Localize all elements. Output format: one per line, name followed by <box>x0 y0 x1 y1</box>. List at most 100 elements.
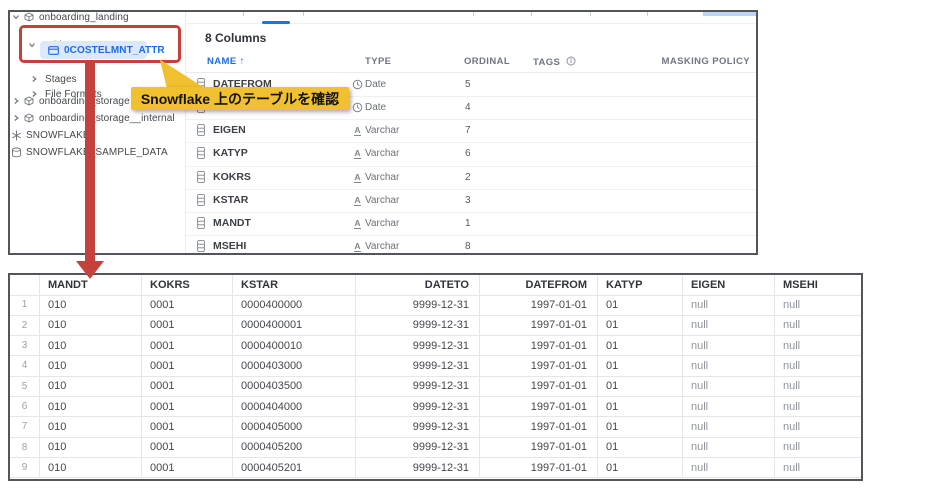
column-header-name[interactable]: NAME ↑ <box>207 56 245 67</box>
table-cell[interactable]: 1997-01-01 <box>480 356 598 376</box>
table-cell[interactable]: 01 <box>598 356 683 376</box>
table-cell[interactable]: 010 <box>40 458 142 478</box>
table-cell-null[interactable]: null <box>683 316 775 336</box>
table-header-datefrom[interactable]: DATEFROM <box>480 275 598 296</box>
column-header-tags[interactable]: TAGS <box>533 56 576 68</box>
table-cell[interactable]: 010 <box>40 316 142 336</box>
table-cell[interactable]: 9999-12-31 <box>356 397 480 417</box>
table-cell[interactable]: 010 <box>40 417 142 437</box>
table-cell[interactable]: 010 <box>40 397 142 417</box>
table-cell-null[interactable]: null <box>683 295 775 315</box>
table-cell[interactable]: 01 <box>598 295 683 315</box>
table-header-dateto[interactable]: DATETO <box>356 275 480 296</box>
chevron-down-icon[interactable] <box>12 13 20 21</box>
table-cell[interactable]: 1997-01-01 <box>480 336 598 356</box>
sidebar-item-onboarding-storage[interactable]: onboarding_storage <box>12 93 130 109</box>
table-cell[interactable]: 9999-12-31 <box>356 438 480 458</box>
column-row-eigen[interactable]: EIGEN A Varchar 7 <box>186 120 756 142</box>
table-cell[interactable]: 0001 <box>142 356 233 376</box>
table-cell[interactable]: 010 <box>40 438 142 458</box>
column-row-kstar[interactable]: KSTAR A Varchar 3 <box>186 190 756 212</box>
table-header-msehi[interactable]: MSEHI <box>775 275 861 296</box>
column-row-katyp[interactable]: KATYP A Varchar 6 <box>186 143 756 165</box>
info-icon[interactable] <box>566 56 576 66</box>
chevron-right-icon[interactable] <box>30 75 38 83</box>
table-cell-null[interactable]: null <box>683 458 775 478</box>
column-row-kokrs[interactable]: KOKRS A Varchar 2 <box>186 167 756 189</box>
table-cell[interactable]: 01 <box>598 438 683 458</box>
table-cell[interactable]: 010 <box>40 356 142 376</box>
row-number[interactable]: 2 <box>10 316 40 336</box>
table-cell[interactable]: 0000405200 <box>233 438 356 458</box>
row-number[interactable]: 1 <box>10 295 40 315</box>
table-cell[interactable]: 9999-12-31 <box>356 295 480 315</box>
table-cell[interactable]: 010 <box>40 295 142 315</box>
chevron-right-icon[interactable] <box>12 97 20 105</box>
column-header-type[interactable]: TYPE <box>365 56 391 67</box>
table-cell[interactable]: 1997-01-01 <box>480 295 598 315</box>
table-cell[interactable]: 9999-12-31 <box>356 356 480 376</box>
table-cell[interactable]: 010 <box>40 377 142 397</box>
table-cell-null[interactable]: null <box>683 397 775 417</box>
table-cell[interactable]: 01 <box>598 316 683 336</box>
table-cell[interactable]: 9999-12-31 <box>356 316 480 336</box>
table-cell[interactable]: 9999-12-31 <box>356 336 480 356</box>
sidebar-item-snowflake-db[interactable]: SNOWFLAKE <box>11 127 90 143</box>
table-cell[interactable]: 9999-12-31 <box>356 377 480 397</box>
table-cell[interactable]: 0001 <box>142 438 233 458</box>
table-cell[interactable]: 0001 <box>142 295 233 315</box>
row-number[interactable]: 7 <box>10 417 40 437</box>
table-cell[interactable]: 1997-01-01 <box>480 438 598 458</box>
chevron-right-icon[interactable] <box>12 114 20 122</box>
table-cell[interactable]: 0001 <box>142 417 233 437</box>
table-cell[interactable]: 0000400010 <box>233 336 356 356</box>
table-cell[interactable]: 1997-01-01 <box>480 316 598 336</box>
table-cell[interactable]: 0001 <box>142 336 233 356</box>
table-header-eigen[interactable]: EIGEN <box>683 275 775 296</box>
table-cell[interactable]: 0000404000 <box>233 397 356 417</box>
table-cell[interactable]: 01 <box>598 377 683 397</box>
table-header-kokrs[interactable]: KOKRS <box>142 275 233 296</box>
table-cell[interactable]: 0000405201 <box>233 458 356 478</box>
table-cell[interactable]: 9999-12-31 <box>356 417 480 437</box>
table-cell[interactable]: 0000400001 <box>233 316 356 336</box>
table-header-kstar[interactable]: KSTAR <box>233 275 356 296</box>
table-cell-null[interactable]: null <box>683 438 775 458</box>
table-cell[interactable]: 010 <box>40 336 142 356</box>
row-number[interactable]: 4 <box>10 356 40 376</box>
table-cell-null[interactable]: null <box>775 316 861 336</box>
table-cell-null[interactable]: null <box>775 458 861 478</box>
table-cell-null[interactable]: null <box>775 397 861 417</box>
column-row-mandt[interactable]: MANDT A Varchar 1 <box>186 213 756 235</box>
row-number[interactable]: 6 <box>10 397 40 417</box>
table-cell[interactable]: 1997-01-01 <box>480 397 598 417</box>
table-cell-null[interactable]: null <box>683 377 775 397</box>
table-cell[interactable]: 0001 <box>142 397 233 417</box>
table-cell-null[interactable]: null <box>683 417 775 437</box>
table-cell[interactable]: 1997-01-01 <box>480 458 598 478</box>
row-number[interactable]: 9 <box>10 458 40 478</box>
table-cell[interactable]: 01 <box>598 397 683 417</box>
table-cell[interactable]: 01 <box>598 417 683 437</box>
sidebar-item-stages[interactable]: Stages <box>30 71 77 87</box>
table-cell[interactable]: 01 <box>598 336 683 356</box>
table-cell-null[interactable]: null <box>775 417 861 437</box>
table-cell[interactable]: 0000403000 <box>233 356 356 376</box>
table-cell-null[interactable]: null <box>775 356 861 376</box>
table-cell-null[interactable]: null <box>775 377 861 397</box>
table-cell-null[interactable]: null <box>775 336 861 356</box>
table-cell[interactable]: 0001 <box>142 458 233 478</box>
table-cell-null[interactable]: null <box>775 295 861 315</box>
table-cell-null[interactable]: null <box>683 336 775 356</box>
row-number[interactable]: 5 <box>10 377 40 397</box>
sidebar-item-onboarding-landing[interactable]: onboarding_landing <box>12 9 129 25</box>
table-cell[interactable]: 1997-01-01 <box>480 417 598 437</box>
table-cell[interactable]: 0001 <box>142 316 233 336</box>
table-cell-null[interactable]: null <box>683 356 775 376</box>
table-cell[interactable]: 9999-12-31 <box>356 458 480 478</box>
table-header-katyp[interactable]: KATYP <box>598 275 683 296</box>
table-cell[interactable]: 1997-01-01 <box>480 377 598 397</box>
column-header-ordinal[interactable]: ORDINAL <box>464 56 510 67</box>
table-cell[interactable]: 01 <box>598 458 683 478</box>
column-header-masking-policy[interactable]: MASKING POLICY <box>662 56 750 67</box>
